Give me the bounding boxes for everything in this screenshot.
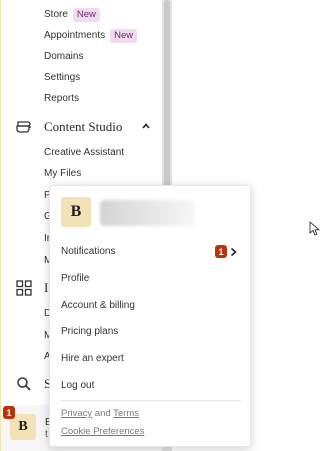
sidebar-item-store[interactable]: Store New xyxy=(44,8,100,22)
section-content-studio[interactable]: Content Studio xyxy=(15,118,150,136)
new-badge: New xyxy=(72,8,100,22)
account-name-redacted xyxy=(100,200,195,226)
menu-item-pricing-plans[interactable]: Pricing plans xyxy=(61,326,118,338)
sidebar-item-reports[interactable]: Reports xyxy=(44,93,79,105)
terms-link[interactable]: Terms xyxy=(113,408,139,419)
sidebar-item-my-files[interactable]: My Files xyxy=(44,168,81,180)
account-menu: B Notifications 1 Profile Account & bill… xyxy=(49,185,251,447)
menu-item-label: Notifications xyxy=(61,246,116,257)
menu-item-account-billing[interactable]: Account & billing xyxy=(61,300,135,312)
chevron-up-icon[interactable] xyxy=(140,120,152,132)
avatar: B xyxy=(61,197,91,227)
sidebar-item-appointments[interactable]: Appointments New xyxy=(44,29,138,43)
new-badge: New xyxy=(110,29,138,43)
menu-item-profile[interactable]: Profile xyxy=(61,273,89,285)
content-studio-icon xyxy=(16,121,31,133)
sidebar-item-creative-assistant[interactable]: Creative Assistant xyxy=(44,147,124,159)
menu-divider xyxy=(61,400,241,401)
scrollbar-thumb[interactable] xyxy=(164,0,170,190)
chevron-right-icon xyxy=(230,247,237,257)
legal-and-text: and xyxy=(94,408,111,419)
sidebar-item-settings[interactable]: Settings xyxy=(44,72,80,84)
section-grid[interactable]: I xyxy=(15,279,48,297)
menu-item-log-out[interactable]: Log out xyxy=(61,380,94,392)
menu-item-notifications[interactable]: Notifications 1 xyxy=(61,245,241,258)
sidebar-search[interactable]: S xyxy=(15,375,51,393)
app-screen: Store New Appointments New Domains Setting… xyxy=(0,0,331,451)
sidebar-item-label: Store xyxy=(44,9,68,20)
privacy-link[interactable]: Privacy xyxy=(61,408,92,419)
menu-item-hire-expert[interactable]: Hire an expert xyxy=(61,353,124,365)
mouse-cursor-icon xyxy=(309,221,321,236)
legal-links: Privacy and Terms xyxy=(61,408,139,419)
grid-icon xyxy=(16,280,32,296)
cookie-preferences-link[interactable]: Cookie Preferences xyxy=(61,426,144,437)
sidebar-item-label: Appointments xyxy=(44,30,106,41)
sidebar-item-domains[interactable]: Domains xyxy=(44,51,83,63)
notification-count-badge: 1 xyxy=(215,245,227,258)
notification-count-badge: 1 xyxy=(3,406,15,419)
account-subtitle: t xyxy=(45,429,48,440)
section-label: Content Studio xyxy=(44,119,123,134)
section-label: I xyxy=(44,280,49,295)
search-icon xyxy=(17,377,31,391)
cookie-preferences-label: Cookie Preferences xyxy=(61,426,145,437)
